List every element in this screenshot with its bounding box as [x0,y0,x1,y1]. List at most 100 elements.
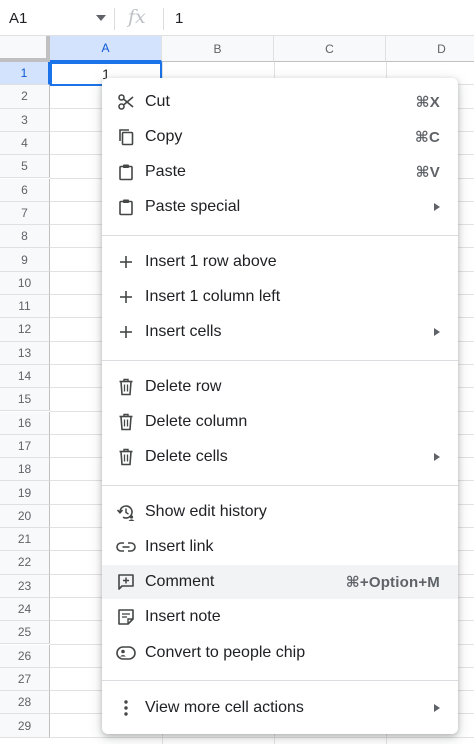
shortcut-label: ⌘+Option+M [345,574,440,591]
row-header[interactable]: 13 [0,341,50,365]
menu-item-label: Insert link [145,538,214,555]
row-header[interactable]: 19 [0,481,50,505]
menu-item-label: Insert 1 column left [145,288,281,305]
menu-item-delete-cells[interactable]: Delete cells [102,440,458,474]
note-icon [116,607,136,627]
menu-item-label: Insert note [145,608,221,625]
row-header[interactable]: 11 [0,295,50,319]
row-header[interactable]: 6 [0,178,50,202]
menu-item-delete-row[interactable]: Delete row [102,370,458,404]
row-header[interactable]: 26 [0,644,50,668]
row-header[interactable]: 5 [0,155,50,179]
row-header[interactable]: 23 [0,574,50,598]
row-header[interactable]: 1 [0,62,50,86]
menu-item-insert-link[interactable]: Insert link [102,530,458,564]
menu-item-insert-column-left[interactable]: Insert 1 column left [102,280,458,314]
row-header[interactable]: 9 [0,248,50,272]
gridline [50,736,474,738]
column-header-a[interactable]: A [50,36,162,62]
menu-item-copy[interactable]: Copy ⌘C [102,120,458,154]
column-header-c[interactable]: C [274,36,386,62]
trash-icon [116,447,136,467]
plus-icon [116,322,136,342]
link-icon [116,537,136,557]
menu-item-convert-to-people-chip[interactable]: Convert to people chip [102,636,458,670]
shortcut-label: ⌘C [414,129,440,146]
trash-icon [116,377,136,397]
menu-item-insert-note[interactable]: Insert note [102,600,458,634]
menu-item-label: Convert to people chip [145,644,306,661]
menu-item-view-more-cell-actions[interactable]: View more cell actions [102,691,458,725]
row-header[interactable]: 2 [0,85,50,109]
row-header[interactable]: 16 [0,411,50,435]
menu-item-comment[interactable]: Comment ⌘+Option+M [102,565,458,599]
column-header-d[interactable]: D [386,36,474,62]
menu-item-label: Delete cells [145,448,228,465]
divider [114,8,115,30]
formula-bar: A1 fx 1 [0,0,474,36]
history-icon [116,502,136,522]
formula-input[interactable]: 1 [175,0,183,36]
menu-divider [102,360,458,361]
divider [163,8,164,30]
row-header[interactable]: 24 [0,597,50,622]
row-header[interactable]: 8 [0,225,50,249]
menu-item-cut[interactable]: Cut ⌘X [102,85,458,119]
menu-item-label: Paste [145,163,186,180]
trash-icon [116,412,136,432]
row-header[interactable]: 10 [0,271,50,295]
menu-divider [102,235,458,236]
menu-item-label: View more cell actions [145,699,304,716]
people-chip-icon [116,643,136,663]
copy-icon [116,127,136,147]
row-header[interactable]: 21 [0,528,50,552]
row-header[interactable]: 18 [0,458,50,482]
column-header-b[interactable]: B [162,36,274,62]
row-header[interactable]: 22 [0,551,50,575]
row-header[interactable]: 28 [0,691,50,715]
submenu-arrow-icon [434,328,440,336]
menu-item-paste[interactable]: Paste ⌘V [102,155,458,189]
select-all-corner[interactable] [0,36,50,62]
submenu-arrow-icon [434,453,440,461]
row-header[interactable]: 25 [0,621,50,645]
menu-item-insert-row-above[interactable]: Insert 1 row above [102,245,458,279]
comment-icon [116,572,136,592]
clipboard-icon [116,197,136,217]
menu-item-label: Cut [145,93,170,110]
menu-item-show-edit-history[interactable]: Show edit history [102,495,458,529]
menu-divider [102,485,458,486]
plus-icon [116,252,136,272]
name-box-value: A1 [9,9,28,27]
menu-item-label: Delete row [145,378,222,395]
row-header[interactable]: 20 [0,504,50,528]
row-header[interactable]: 3 [0,108,50,132]
row-header[interactable]: 12 [0,318,50,342]
clipboard-icon [116,162,136,182]
menu-item-label: Comment [145,573,215,590]
row-header[interactable]: 4 [0,131,50,156]
menu-item-delete-column[interactable]: Delete column [102,405,458,439]
row-header[interactable]: 15 [0,388,50,412]
submenu-arrow-icon [434,704,440,712]
menu-item-label: Paste special [145,198,241,215]
row-header[interactable]: 27 [0,667,50,692]
chevron-down-icon[interactable] [96,15,106,21]
row-header[interactable]: 14 [0,364,50,389]
plus-icon [116,287,136,307]
menu-item-paste-special[interactable]: Paste special [102,190,458,224]
menu-item-label: Show edit history [145,503,267,520]
submenu-arrow-icon [434,203,440,211]
menu-item-label: Insert cells [145,323,222,340]
row-header[interactable]: 7 [0,201,50,226]
menu-item-label: Delete column [145,413,248,430]
scissors-icon [116,92,136,112]
shortcut-label: ⌘V [415,164,440,181]
menu-divider [102,680,458,681]
menu-item-label: Copy [145,128,183,145]
shortcut-label: ⌘X [415,94,440,111]
row-header[interactable]: 17 [0,434,50,459]
row-header[interactable]: 29 [0,714,50,738]
name-box[interactable]: A1 [0,0,112,36]
menu-item-insert-cells[interactable]: Insert cells [102,315,458,349]
